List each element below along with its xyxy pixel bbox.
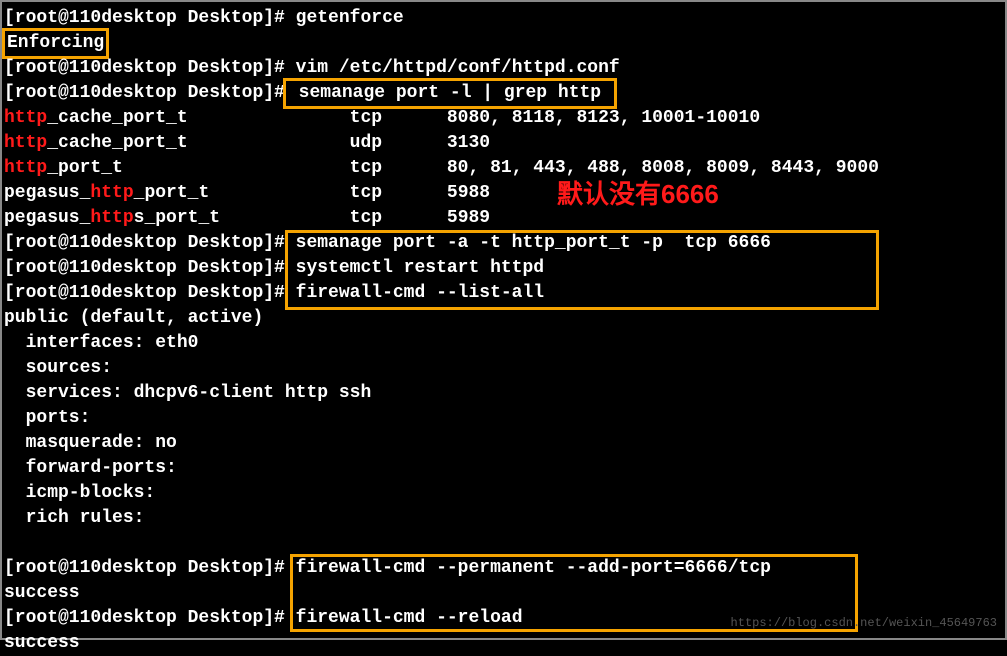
highlight-box-semanage-systemctl-firewall — [285, 230, 879, 310]
port-pre: pegasus_ — [4, 183, 90, 203]
port-row-http-cache-tcp: http_cache_port_t tcp 8080, 8118, 8123, … — [4, 106, 1003, 131]
highlight-enforcing: Enforcing — [2, 28, 109, 59]
term-line-enforcing-output: Enforcing — [4, 31, 1003, 56]
port-row-http-cache-udp: http_cache_port_t udp 3130 — [4, 131, 1003, 156]
match-http: http — [90, 183, 133, 203]
prompt: [root@110desktop Desktop] — [4, 283, 274, 303]
port-rest: s_port_t tcp 5989 — [134, 208, 490, 228]
match-http: http — [4, 108, 47, 128]
match-http: http — [90, 208, 133, 228]
fw-rich-rules: rich rules: — [4, 506, 1003, 531]
fw-icmp-blocks: icmp-blocks: — [4, 481, 1003, 506]
port-rest: _port_t tcp 80, 81, 443, 488, 8008, 8009… — [47, 158, 879, 178]
prompt: [root@110desktop Desktop]# — [4, 608, 296, 628]
fw-masquerade: masquerade: no — [4, 431, 1003, 456]
port-row-pegasus-https: pegasus_https_port_t tcp 5989 — [4, 206, 1003, 231]
port-rest: _cache_port_t udp 3130 — [47, 133, 490, 153]
match-http: http — [4, 133, 47, 153]
port-row-http-port-t: http_port_t tcp 80, 81, 443, 488, 8008, … — [4, 156, 1003, 181]
annotation-no-6666: 默认没有6666 — [557, 182, 719, 207]
prompt: [root@110desktop Desktop] — [4, 233, 274, 253]
port-rest: _cache_port_t tcp 8080, 8118, 8123, 1000… — [47, 108, 760, 128]
port-rest: _port_t tcp 5988 — [134, 183, 490, 203]
fw-ports: ports: — [4, 406, 1003, 431]
port-pre: pegasus_ — [4, 208, 90, 228]
prompt: [root@110desktop Desktop]# — [4, 83, 285, 103]
fw-sources: sources: — [4, 356, 1003, 381]
command: getenforce — [296, 8, 404, 28]
prompt: [root@110desktop Desktop]# — [4, 8, 296, 28]
match-http: http — [4, 158, 47, 178]
fw-services: services: dhcpv6-client http ssh — [4, 381, 1003, 406]
fw-forward-ports: forward-ports: — [4, 456, 1003, 481]
watermark-text: https://blog.csdn.net/weixin_45649763 — [731, 611, 997, 636]
fw-interfaces: interfaces: eth0 — [4, 331, 1003, 356]
blank-line — [4, 531, 1003, 556]
port-row-pegasus-http: pegasus_http_port_t tcp 5988 — [4, 181, 1003, 206]
prompt: [root@110desktop Desktop] — [4, 258, 274, 278]
prompt: [root@110desktop Desktop]# — [4, 558, 296, 578]
term-line-getenforce: [root@110desktop Desktop]# getenforce — [4, 6, 1003, 31]
command: vim /etc/httpd/conf/httpd.conf — [296, 58, 620, 78]
highlight-semanage-grep: semanage port -l | grep http — [283, 78, 617, 109]
prompt: [root@110desktop Desktop]# — [4, 58, 296, 78]
term-line-semanage-list: [root@110desktop Desktop]# semanage port… — [4, 81, 1003, 106]
